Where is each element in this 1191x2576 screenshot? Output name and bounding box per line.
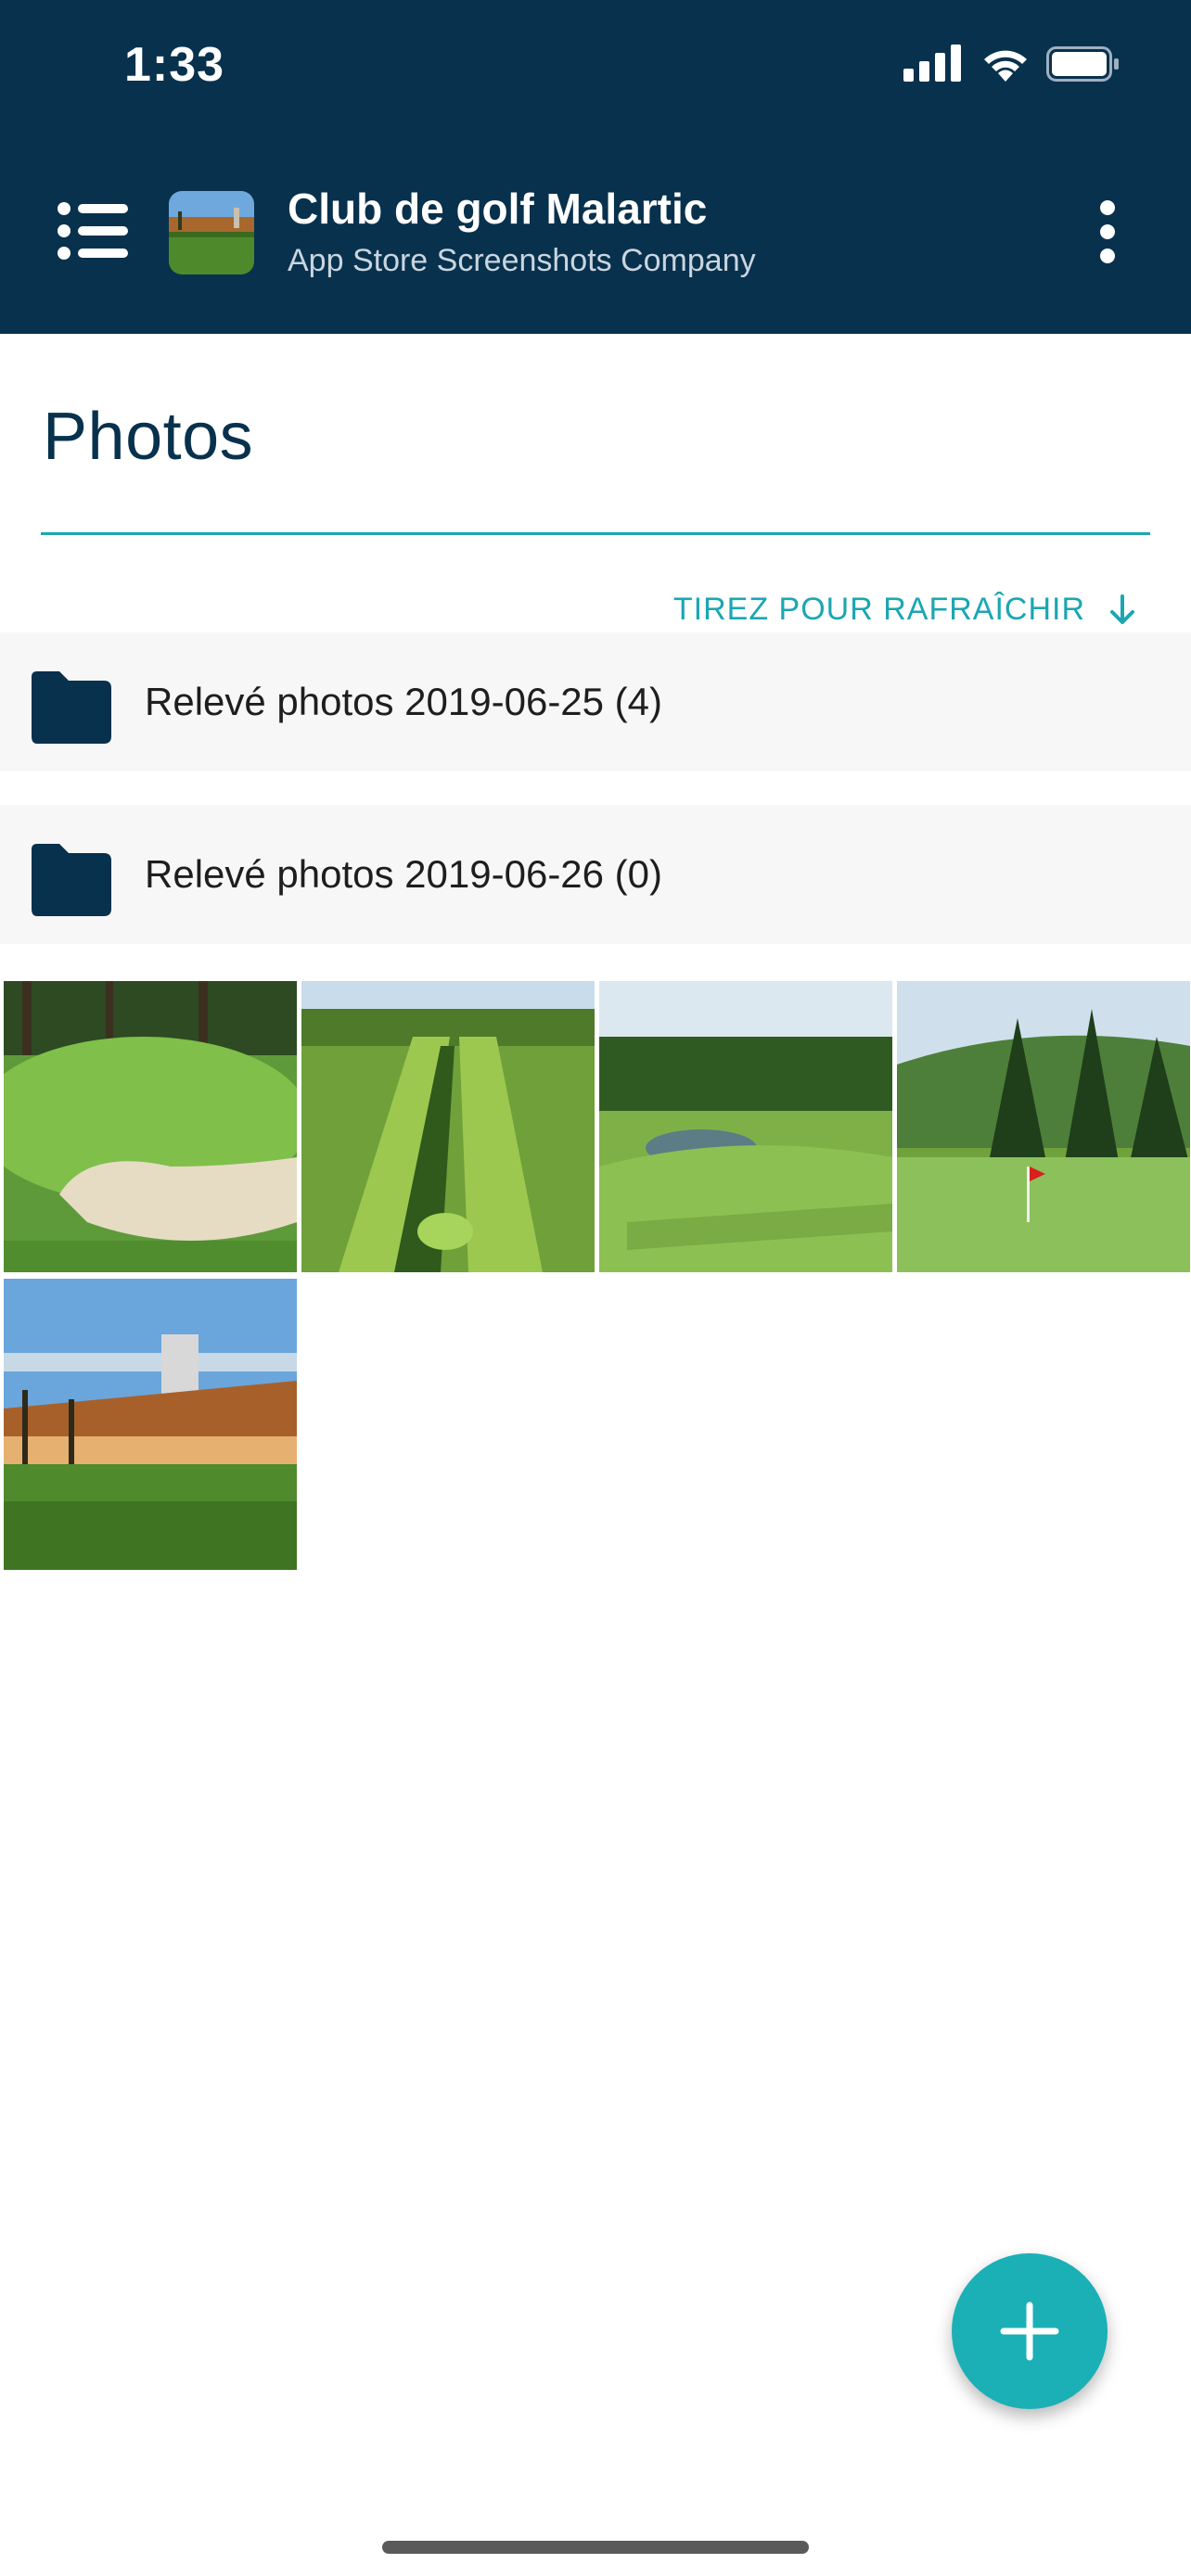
more-options-icon[interactable] (1091, 198, 1124, 265)
plus-icon (1000, 2302, 1059, 2361)
menu-list-icon[interactable] (58, 202, 128, 260)
status-icons (903, 45, 1119, 89)
club-logo-thumbnail (169, 191, 254, 274)
status-time: 1:33 (124, 38, 225, 92)
refresh-label: TIREZ POUR RAFRAÎCHIR (672, 592, 1085, 627)
page-title: Photos (43, 400, 254, 474)
folder-icon (32, 671, 111, 744)
club-title: Club de golf Malartic (288, 185, 708, 233)
arrow-down-icon (1110, 593, 1134, 624)
home-indicator (382, 2541, 809, 2554)
signal-icon (903, 45, 961, 82)
company-subtitle: App Store Screenshots Company (288, 243, 756, 278)
folder-icon (32, 844, 111, 916)
folder-label: Relevé photos 2019-06-26 (0) (145, 852, 663, 896)
pull-to-refresh-hint: TIREZ POUR RAFRAÎCHIR (673, 592, 1135, 628)
add-button[interactable] (952, 2253, 1108, 2409)
golf-aerial-photo[interactable] (301, 981, 595, 1272)
battery-icon (1046, 46, 1119, 82)
golf-bunker-photo[interactable] (4, 981, 297, 1272)
title-divider (41, 532, 1150, 535)
folder-label: Relevé photos 2019-06-25 (4) (145, 680, 663, 723)
golf-pond-photo[interactable] (599, 981, 892, 1272)
wifi-icon (984, 50, 1027, 82)
folder-item[interactable]: Relevé photos 2019-06-26 (0) (0, 805, 1191, 944)
folder-item[interactable]: Relevé photos 2019-06-25 (4) (0, 632, 1191, 772)
golf-flag-photo[interactable] (897, 981, 1190, 1272)
app-header: 1:33 Club de golf Malartic App Store Scr… (0, 0, 1191, 334)
golf-clubhouse-photo[interactable] (4, 1279, 297, 1570)
